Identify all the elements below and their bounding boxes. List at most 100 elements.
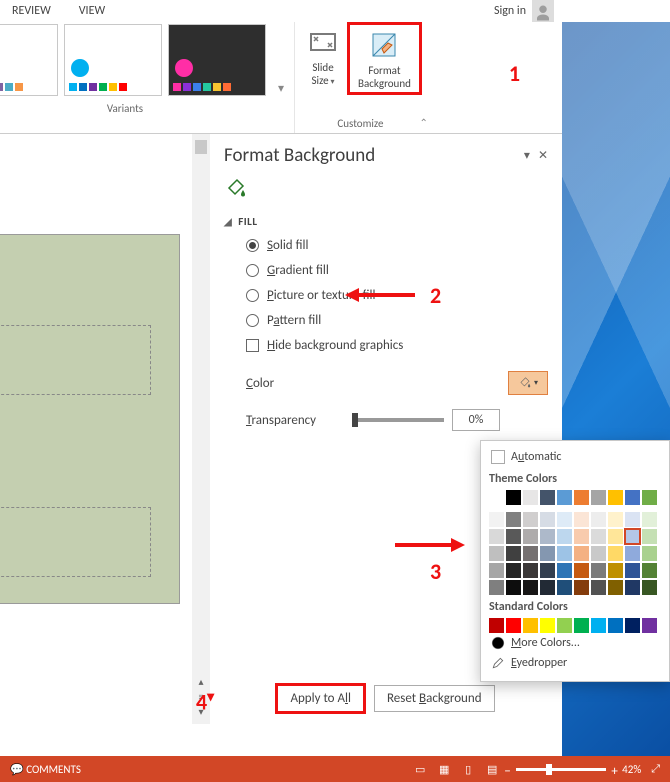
pattern-fill-radio[interactable]: Pattern fill (246, 313, 548, 328)
view-slideshow-icon[interactable]: ▤ (484, 762, 500, 776)
color-swatch[interactable] (523, 580, 538, 595)
color-swatch[interactable] (625, 529, 640, 544)
color-swatch[interactable] (506, 490, 521, 505)
color-swatch[interactable] (591, 512, 606, 527)
color-swatch[interactable] (489, 529, 504, 544)
color-swatch[interactable] (540, 490, 555, 505)
color-swatch[interactable] (523, 546, 538, 561)
color-swatch[interactable] (625, 546, 640, 561)
color-swatch[interactable] (642, 618, 657, 633)
color-swatch[interactable] (489, 563, 504, 578)
variant-thumb[interactable] (64, 24, 162, 96)
color-swatch[interactable] (557, 512, 572, 527)
color-swatch[interactable] (540, 618, 555, 633)
color-swatch[interactable] (608, 546, 623, 561)
color-swatch[interactable] (523, 490, 538, 505)
eyedropper[interactable]: Eyedropper (489, 653, 661, 673)
color-swatch[interactable] (642, 529, 657, 544)
color-swatch[interactable] (591, 546, 606, 561)
color-swatch[interactable] (574, 490, 589, 505)
variants-more-button[interactable]: ▾ (272, 24, 290, 96)
color-swatch[interactable] (489, 546, 504, 561)
color-swatch[interactable] (625, 580, 640, 595)
color-swatch[interactable] (506, 529, 521, 544)
color-swatch[interactable] (506, 618, 521, 633)
section-fill-header[interactable]: ◢ FILL (224, 215, 548, 228)
solid-fill-radio[interactable]: Solid fill (246, 238, 548, 253)
automatic-color[interactable]: Automatic (489, 447, 661, 467)
color-swatch[interactable] (557, 529, 572, 544)
fit-to-window-icon[interactable]: ⤢ (651, 762, 660, 776)
color-swatch[interactable] (506, 512, 521, 527)
color-swatch[interactable] (591, 580, 606, 595)
color-swatch[interactable] (591, 490, 606, 505)
pane-menu-icon[interactable]: ▾ (524, 148, 530, 163)
zoom-slider[interactable]: −+ (516, 768, 606, 771)
color-swatch[interactable] (574, 546, 589, 561)
sign-in[interactable]: Sign in (494, 0, 554, 22)
color-swatch[interactable] (540, 563, 555, 578)
reset-background-button[interactable]: Reset Background (374, 685, 495, 712)
color-swatch[interactable] (557, 563, 572, 578)
color-swatch[interactable] (608, 512, 623, 527)
color-swatch[interactable] (489, 580, 504, 595)
color-swatch[interactable] (557, 490, 572, 505)
color-swatch[interactable] (608, 563, 623, 578)
transparency-slider[interactable] (354, 418, 444, 422)
color-swatch[interactable] (540, 512, 555, 527)
view-reading-icon[interactable]: ▯ (460, 762, 476, 776)
zoom-level[interactable]: 42% (622, 763, 641, 776)
color-swatch[interactable] (489, 512, 504, 527)
slide-size-button[interactable]: Slide Size (299, 22, 347, 95)
transparency-input[interactable]: 0% (452, 409, 500, 431)
color-swatch[interactable] (625, 512, 640, 527)
apply-to-all-button[interactable]: Apply to All (277, 685, 364, 712)
fill-tab-icon[interactable] (224, 177, 548, 205)
color-swatch[interactable] (489, 618, 504, 633)
color-swatch[interactable] (574, 563, 589, 578)
color-swatch[interactable] (574, 618, 589, 633)
scroll-thumb[interactable] (195, 140, 207, 154)
color-swatch[interactable] (523, 512, 538, 527)
placeholder[interactable] (0, 507, 151, 577)
tab-view[interactable]: VIEW (75, 1, 109, 21)
tab-review[interactable]: REVIEW (8, 1, 55, 21)
color-swatch[interactable] (608, 580, 623, 595)
color-swatch[interactable] (642, 490, 657, 505)
slide-preview[interactable] (0, 234, 180, 604)
gradient-fill-radio[interactable]: Gradient fill (246, 263, 548, 278)
color-swatch[interactable] (608, 529, 623, 544)
placeholder[interactable] (0, 325, 151, 395)
color-swatch[interactable] (574, 580, 589, 595)
color-swatch[interactable] (625, 563, 640, 578)
variant-thumb[interactable] (168, 24, 266, 96)
format-background-button[interactable]: Format Background (347, 22, 422, 95)
color-swatch[interactable] (557, 618, 572, 633)
color-swatch[interactable] (591, 563, 606, 578)
color-swatch[interactable] (540, 529, 555, 544)
color-swatch[interactable] (625, 618, 640, 633)
color-swatch[interactable] (523, 529, 538, 544)
color-swatch[interactable] (642, 546, 657, 561)
color-swatch[interactable] (591, 618, 606, 633)
hide-background-checkbox[interactable]: Hide background graphics (246, 338, 548, 353)
color-swatch[interactable] (557, 546, 572, 561)
color-swatch[interactable] (506, 546, 521, 561)
color-swatch[interactable] (506, 580, 521, 595)
color-swatch[interactable] (642, 563, 657, 578)
more-colors[interactable]: More Colors... (489, 633, 661, 653)
view-normal-icon[interactable]: ▭ (412, 762, 428, 776)
color-swatch[interactable] (574, 529, 589, 544)
color-swatch[interactable] (506, 563, 521, 578)
comments-button[interactable]: 💬 COMMENTS (10, 763, 81, 776)
color-swatch[interactable] (591, 529, 606, 544)
color-swatch[interactable] (540, 580, 555, 595)
color-swatch[interactable] (489, 490, 504, 505)
collapse-ribbon-icon[interactable]: ⌃ (420, 116, 428, 129)
color-swatch[interactable] (608, 490, 623, 505)
color-swatch[interactable] (642, 512, 657, 527)
view-sorter-icon[interactable]: ▦ (436, 762, 452, 776)
color-swatch[interactable] (608, 618, 623, 633)
color-swatch[interactable] (574, 512, 589, 527)
color-swatch[interactable] (642, 580, 657, 595)
